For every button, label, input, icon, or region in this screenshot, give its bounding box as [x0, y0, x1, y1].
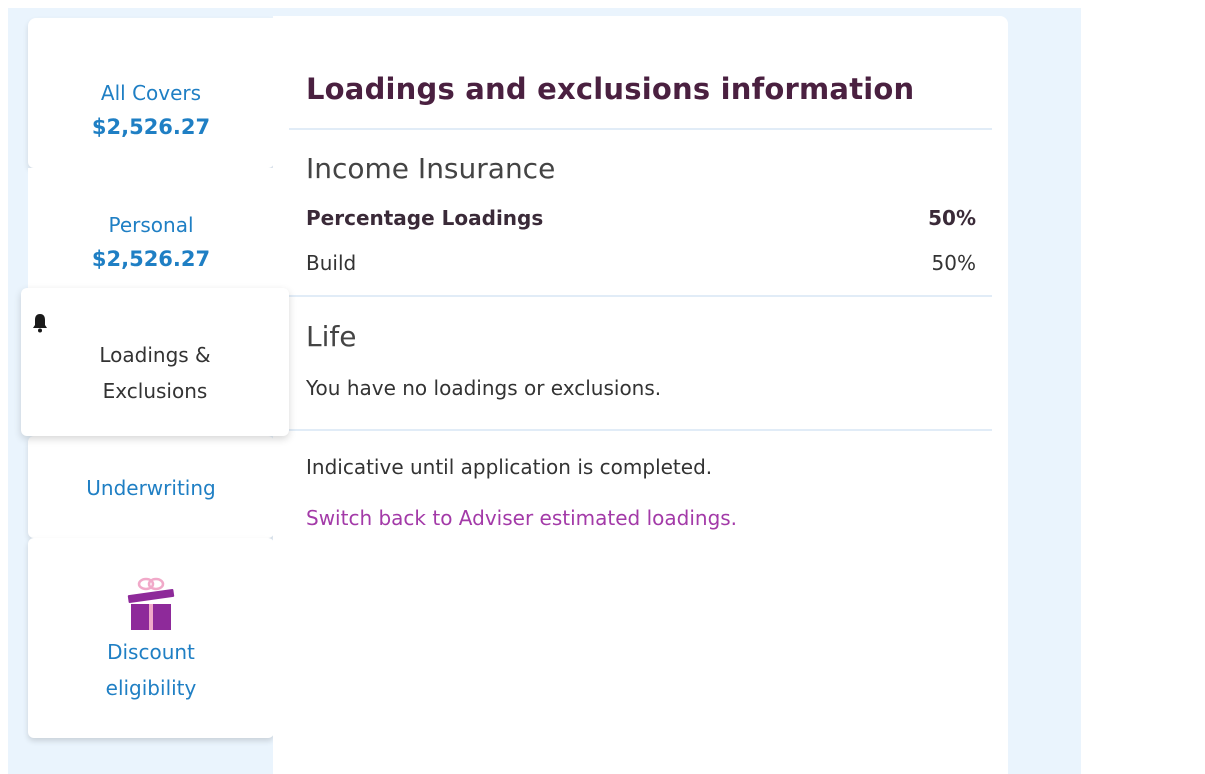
build-row: Build 50%	[306, 251, 976, 275]
tab-loadings-exclusions[interactable]: Loadings & Exclusions	[21, 288, 289, 436]
build-label: Build	[306, 251, 357, 275]
tab-discount-eligibility[interactable]: Discount eligibility	[28, 538, 274, 738]
divider	[289, 128, 992, 130]
percentage-loadings-value: 50%	[928, 206, 976, 230]
indicative-note: Indicative until application is complete…	[306, 455, 713, 479]
build-value: 50%	[931, 251, 976, 275]
section-title-income-insurance: Income Insurance	[306, 152, 556, 185]
tab-underwriting-label: Underwriting	[86, 476, 216, 500]
divider	[289, 295, 992, 297]
tab-all-covers[interactable]: All Covers $2,526.27	[28, 18, 274, 168]
bell-icon	[33, 314, 47, 333]
tab-all-covers-amount: $2,526.27	[91, 115, 211, 139]
tab-discount-eligibility-label: Discount eligibility	[105, 640, 197, 700]
tab-personal-label: Personal	[108, 213, 194, 237]
percentage-loadings-row: Percentage Loadings 50%	[306, 206, 976, 230]
switch-to-adviser-loadings-link[interactable]: Switch back to Adviser estimated loading…	[306, 506, 737, 530]
percentage-loadings-label: Percentage Loadings	[306, 206, 544, 230]
tab-personal-amount: $2,526.27	[91, 247, 211, 271]
tab-all-covers-label: All Covers	[100, 81, 202, 105]
tab-personal[interactable]: Personal $2,526.27	[28, 168, 274, 298]
section-title-life: Life	[306, 320, 357, 353]
page-background: All Covers $2,526.27 Personal $2,526.27 …	[8, 8, 1081, 774]
tab-loadings-exclusions-label: Loadings & Exclusions	[99, 343, 211, 403]
divider	[289, 429, 992, 431]
gift-icon	[127, 577, 175, 630]
page-title: Loadings and exclusions information	[306, 72, 915, 106]
loadings-panel: Loadings and exclusions information Inco…	[273, 16, 1008, 774]
tab-underwriting[interactable]: Underwriting	[28, 436, 274, 538]
life-no-loadings-message: You have no loadings or exclusions.	[306, 376, 662, 400]
